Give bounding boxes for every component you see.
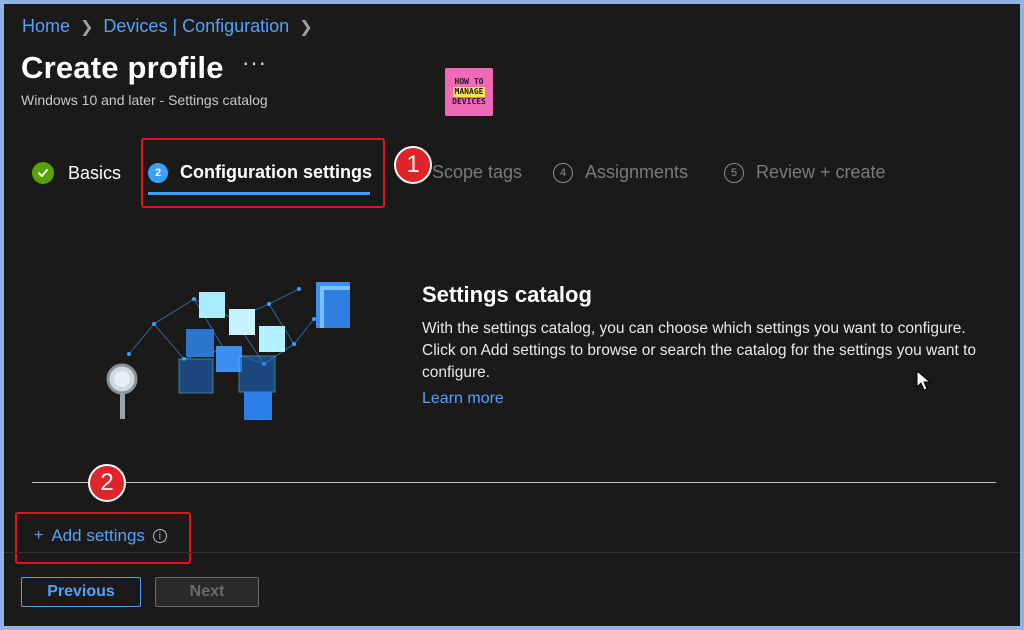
annotation-badge: 2: [88, 464, 126, 502]
howtomanagedevices-logo: HOW TO MANAGE DEVICES: [445, 68, 493, 116]
breadcrumb-devices-configuration[interactable]: Devices | Configuration: [103, 16, 289, 37]
step-scope-tags[interactable]: Scope tags: [432, 162, 522, 183]
catalog-description: With the settings catalog, you can choos…: [422, 320, 976, 381]
chevron-right-icon: ❯: [80, 18, 94, 36]
mouse-cursor-icon: [916, 370, 932, 391]
page-subtitle: Windows 10 and later - Settings catalog: [21, 92, 268, 108]
learn-more-link[interactable]: Learn more: [422, 390, 504, 408]
plus-icon: +: [34, 527, 44, 544]
section-divider: [32, 482, 996, 483]
settings-catalog-illustration: [106, 282, 350, 420]
annotation-highlight-box: [141, 138, 385, 208]
info-icon[interactable]: i: [152, 529, 167, 543]
add-settings-label: Add settings: [51, 526, 145, 545]
ellipsis-icon[interactable]: ···: [242, 52, 267, 74]
step-number: 4: [553, 162, 573, 183]
footer-divider: [4, 552, 1020, 553]
page-title: Create profile: [21, 50, 224, 85]
previous-button[interactable]: Previous: [21, 577, 141, 607]
step-review-create[interactable]: 5 Review + create: [724, 162, 886, 183]
logo-line2: MANAGE: [452, 87, 486, 97]
logo-line3: DEVICES: [452, 97, 486, 106]
step-label: Basics: [68, 162, 122, 183]
breadcrumb-home[interactable]: Home: [22, 16, 70, 37]
chevron-right-icon: ❯: [299, 18, 313, 36]
add-settings-button[interactable]: + Add settings i: [34, 526, 167, 546]
step-number: 5: [724, 162, 744, 183]
step-label: Assignments: [585, 162, 689, 182]
next-button[interactable]: Next: [155, 577, 259, 607]
step-assignments[interactable]: 4 Assignments: [553, 162, 688, 183]
step-basics[interactable]: Basics: [32, 162, 121, 184]
check-circle-icon: [32, 162, 54, 184]
breadcrumb: Home ❯ Devices | Configuration ❯: [22, 16, 323, 37]
logo-line1: HOW TO: [454, 77, 484, 86]
step-label: Scope tags: [432, 162, 523, 182]
annotation-badge: 1: [394, 146, 432, 184]
catalog-title: Settings catalog: [422, 282, 592, 307]
step-label: Review + create: [756, 162, 886, 182]
app-frame: Home ❯ Devices | Configuration ❯ Create …: [4, 4, 1020, 626]
